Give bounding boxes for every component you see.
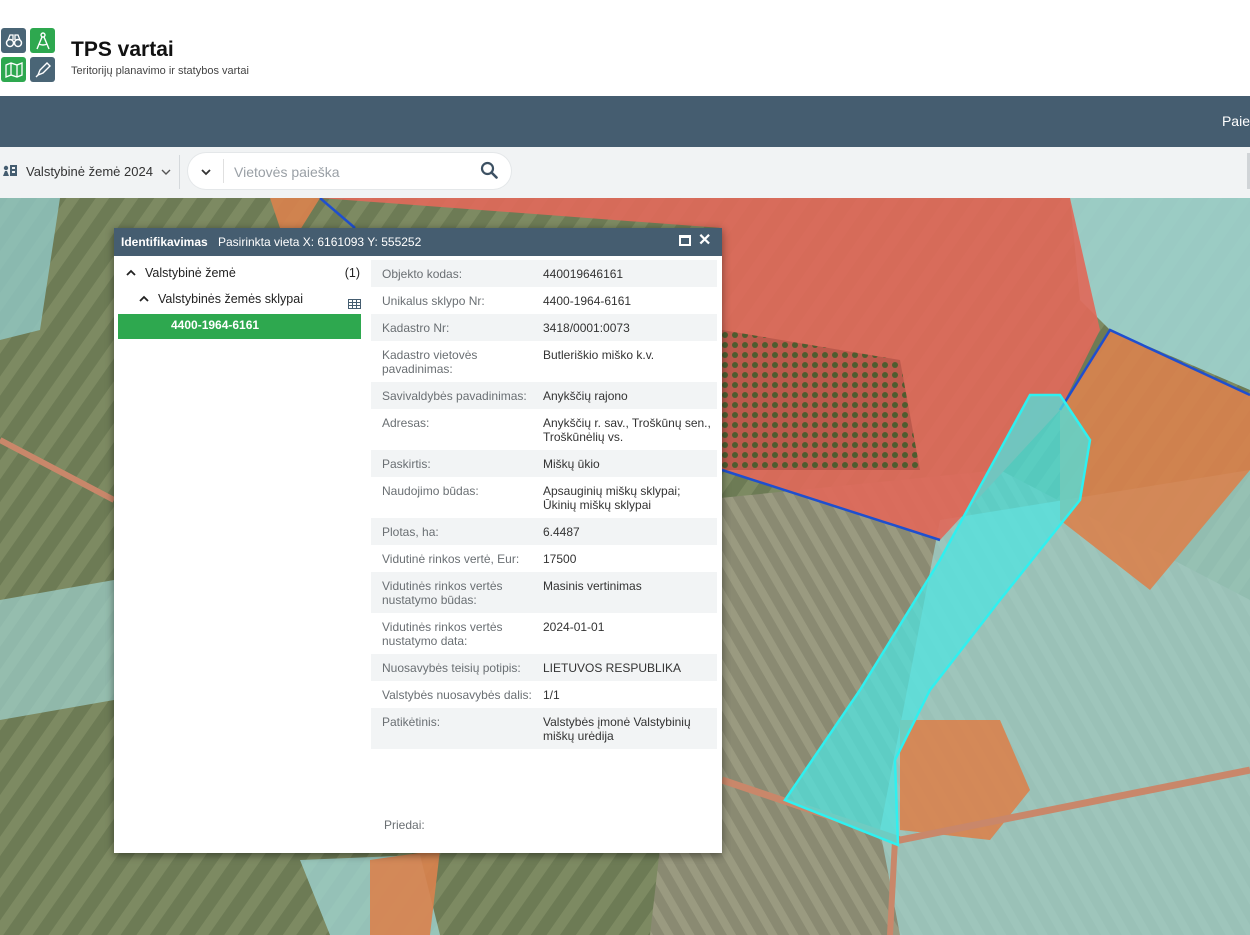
attribute-value: 440019646161 <box>543 267 624 281</box>
search-button[interactable] <box>477 159 501 183</box>
app-subtitle: Teritorijų planavimo ir statybos vartai <box>71 65 249 77</box>
map-icon <box>1 57 26 82</box>
panel-header: Identifikavimas Pasirinkta vieta X: 6161… <box>114 228 722 256</box>
attribute-key: Vidutinės rinkos vertės nustatymo data: <box>382 620 503 648</box>
compass-icon <box>30 28 55 53</box>
location-search <box>188 153 511 189</box>
attribute-key: Nuosavybės teisių potipis: <box>382 661 521 675</box>
attribute-value: Butleriškio miško k.v. <box>543 348 655 362</box>
attribute-key: Unikalus sklypo Nr: <box>382 294 485 308</box>
app-header: TPS vartai Teritorijų planavimo ir staty… <box>0 0 1250 96</box>
attribute-key: Valstybės nuosavybės dalis: <box>382 688 532 702</box>
attribute-row: Naudojimo būdas: Apsauginių miškų sklypai… <box>371 477 717 518</box>
map-toolbar: Valstybinė žemė 2024 <box>0 147 1250 198</box>
attribute-value: Anykščių rajono <box>543 389 628 403</box>
attribute-row: Unikalus sklypo Nr: 4400-1964-6161 <box>371 287 717 314</box>
table-icon[interactable] <box>348 294 361 316</box>
attachments-label[interactable]: Priedai: <box>384 818 425 832</box>
app-logo[interactable] <box>1 28 57 84</box>
identify-panel: Identifikavimas Pasirinkta vieta X: 6161… <box>114 228 722 853</box>
attribute-value: 1/1 <box>543 688 560 702</box>
attribute-row: Nuosavybės teisių potipis: LIETUVOS RESPU… <box>371 654 717 681</box>
attribute-key: Savivaldybės pavadinimas: <box>382 389 527 403</box>
toolbar-divider <box>179 155 180 189</box>
attribute-row: Kadastro Nr: 3418/0001:0073 <box>371 314 717 341</box>
close-icon[interactable]: ✕ <box>698 232 711 250</box>
panel-title: Identifikavimas <box>121 235 208 249</box>
tree-sublayer-label: Valstybinės žemės sklypai <box>158 292 303 306</box>
chevron-up-icon <box>139 288 149 310</box>
state-parcel-orange <box>370 850 440 935</box>
result-tree: Valstybinė žemė (1) Valstybinės žemės sk… <box>118 262 361 339</box>
attribute-value: 6.4487 <box>543 525 580 539</box>
attribute-value: Miškų ūkio <box>543 457 600 471</box>
maximize-icon[interactable] <box>679 235 691 246</box>
tree-selected-parcel[interactable]: 4400-1964-6161 <box>118 314 361 339</box>
binoculars-icon <box>1 28 26 53</box>
attribute-key: Patikėtinis: <box>382 715 441 729</box>
search-icon <box>480 161 498 182</box>
attribute-key: Objekto kodas: <box>382 267 463 281</box>
attribute-row: Objekto kodas: 440019646161 <box>371 260 717 287</box>
attribute-value: 4400-1964-6161 <box>543 294 632 308</box>
attribute-table: Objekto kodas: 440019646161 Unikalus sklyp… <box>371 260 717 749</box>
pen-icon <box>30 57 55 82</box>
attribute-value: Apsauginių miškų sklypai; Ūkinių miškų s… <box>543 484 681 512</box>
search-input[interactable] <box>232 161 466 183</box>
attribute-value: 3418/0001:0073 <box>543 321 630 335</box>
nav-search-link[interactable]: Paie <box>1222 113 1250 129</box>
tree-layer-count: (1) <box>344 266 360 280</box>
attribute-row: Savivaldybės pavadinimas: Anykščių rajono <box>371 382 717 409</box>
attribute-row: Valstybės nuosavybės dalis: 1/1 <box>371 681 717 708</box>
attribute-row: Vidutinės rinkos vertės nustatymo būdas:… <box>371 572 717 613</box>
attribute-row: Vidutinė rinkos vertė, Eur: 17500 <box>371 545 717 572</box>
attribute-key: Vidutinė rinkos vertė, Eur: <box>382 552 520 566</box>
attribute-key: Kadastro vietovės pavadinimas: <box>382 348 478 376</box>
selected-location-info: Pasirinkta vieta X: 6161093 Y: 555252 <box>218 235 422 249</box>
main-navbar: Paie <box>0 96 1250 147</box>
search-type-dropdown[interactable] <box>188 153 223 189</box>
attribute-value: 17500 <box>543 552 577 566</box>
layer-select[interactable]: Valstybinė žemė 2024 <box>2 163 171 180</box>
attribute-row: Paskirtis: Miškų ūkio <box>371 450 717 477</box>
attribute-value: 2024-01-01 <box>543 620 605 634</box>
attribute-value: LIETUVOS RESPUBLIKA <box>543 661 682 675</box>
tree-layer-label: Valstybinė žemė <box>145 266 236 280</box>
attribute-value: Valstybės įmonė Valstybinių miškų urėdij… <box>543 715 691 743</box>
tree-layer-node[interactable]: Valstybinė žemė (1) <box>118 262 361 288</box>
attribute-row: Kadastro vietovės pavadinimas: Butleriški… <box>371 341 717 382</box>
attribute-key: Paskirtis: <box>382 457 431 471</box>
attribute-key: Adresas: <box>382 416 430 430</box>
attribute-row: Plotas, ha: 6.4487 <box>371 518 717 545</box>
attribute-row: Vidutinės rinkos vertės nustatymo data: 2… <box>371 613 717 654</box>
search-divider <box>223 159 224 183</box>
attribute-row: Adresas: Anykščių r. sav., Troškūnų sen.,… <box>371 409 717 450</box>
attribute-value: Anykščių r. sav., Troškūnų sen., Troškūn… <box>543 416 711 444</box>
app-title: TPS vartai <box>71 38 174 61</box>
layer-select-label: Valstybinė žemė 2024 <box>26 164 153 179</box>
state-parcel-teal <box>0 580 114 720</box>
attribute-key: Naudojimo būdas: <box>382 484 479 498</box>
layers-icon <box>2 163 18 180</box>
chevron-down-icon <box>161 164 171 179</box>
attribute-value: Masinis vertinimas <box>543 579 642 593</box>
chevron-down-icon <box>200 164 211 179</box>
chevron-up-icon <box>126 262 136 284</box>
selected-parcel-id: 4400-1964-6161 <box>171 318 260 332</box>
attribute-key: Vidutinės rinkos vertės nustatymo būdas: <box>382 579 503 607</box>
attribute-key: Kadastro Nr: <box>382 321 450 335</box>
tree-sublayer-node[interactable]: Valstybinės žemės sklypai <box>118 288 361 314</box>
attribute-row: Patikėtinis: Valstybės įmonė Valstybinių … <box>371 708 717 749</box>
attribute-key: Plotas, ha: <box>382 525 439 539</box>
